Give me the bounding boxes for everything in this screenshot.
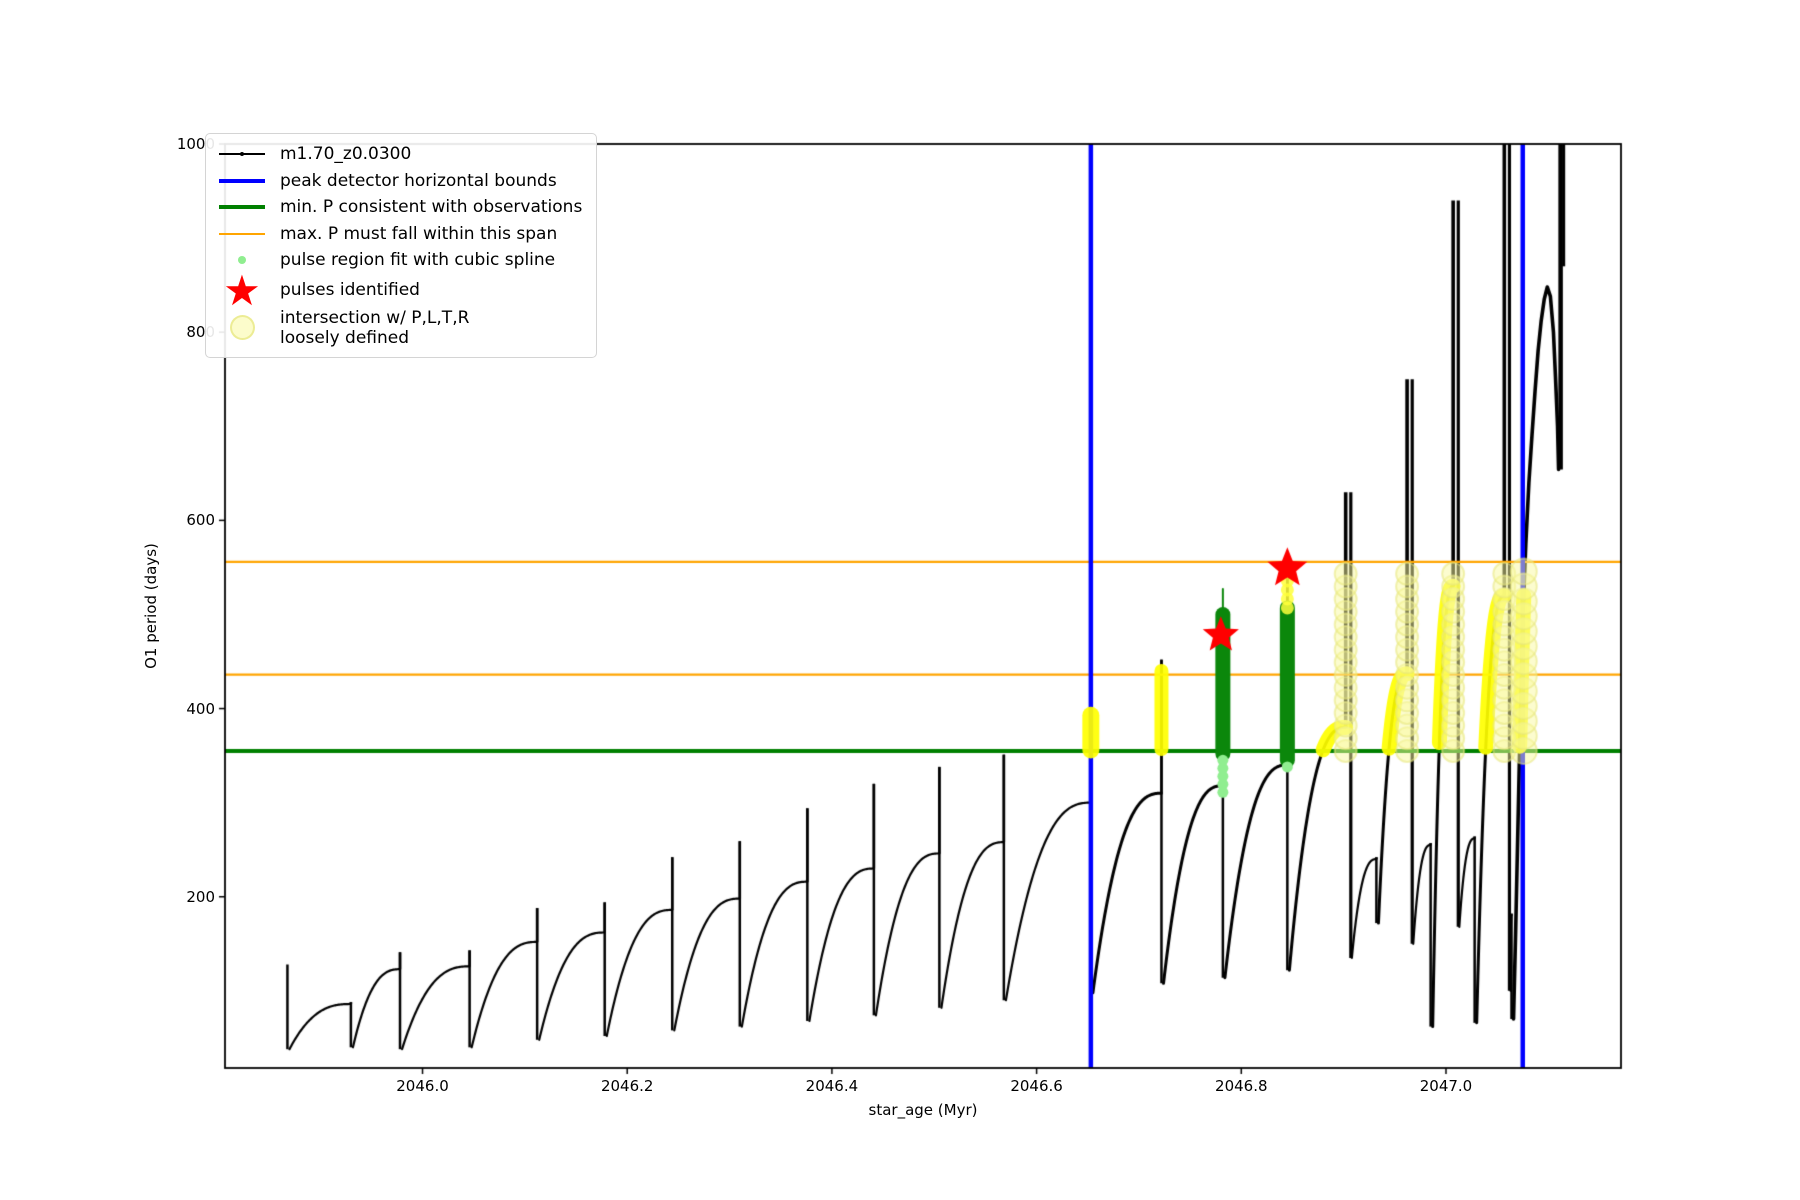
legend-item-pulses-identified: ★ pulses identified bbox=[216, 265, 584, 315]
legend-item-series: m1.70_z0.0300 bbox=[216, 141, 584, 168]
legend-item-pulse-region: pulse region fit with cubic spline bbox=[216, 247, 584, 274]
x-tick-label: 2046.6 bbox=[1010, 1077, 1063, 1095]
legend-item-label: pulses identified bbox=[280, 280, 420, 301]
figure: star_age (Myr) O1 period (days) 2046.0 20… bbox=[0, 0, 1800, 1200]
legend-item-min-p: min. P consistent with observations bbox=[216, 194, 584, 221]
orange-line-icon bbox=[216, 232, 268, 235]
red-star-icon: ★ bbox=[223, 265, 261, 315]
paleyellow-circle-icon bbox=[216, 315, 268, 341]
legend-item-label: min. P consistent with observations bbox=[280, 197, 583, 218]
legend-item-peak-bounds: peak detector horizontal bounds bbox=[216, 168, 584, 195]
legend-item-label: pulse region fit with cubic spline bbox=[280, 250, 556, 271]
legend: m1.70_z0.0300 peak detector horizontal b… bbox=[205, 133, 597, 358]
y-axis-label: O1 period (days) bbox=[142, 543, 160, 669]
y-tick-label: 400 bbox=[186, 699, 215, 718]
legend-item-label: intersection w/ P,L,T,R loosely defined bbox=[280, 307, 470, 348]
y-tick-label: 600 bbox=[186, 511, 215, 530]
x-tick-label: 2046.2 bbox=[600, 1077, 654, 1095]
x-axis-label: star_age (Myr) bbox=[868, 1101, 978, 1119]
x-tick-label: 2047.0 bbox=[1419, 1077, 1473, 1095]
x-tick-label: 2046.0 bbox=[396, 1077, 449, 1095]
legend-item-intersection: intersection w/ P,L,T,R loosely defined bbox=[216, 308, 584, 348]
green-line-icon bbox=[216, 205, 268, 210]
x-tick-label: 2046.8 bbox=[1215, 1077, 1268, 1095]
legend-item-max-p: max. P must fall within this span bbox=[216, 221, 584, 248]
blue-line-icon bbox=[216, 178, 268, 183]
y-tick-label: 200 bbox=[186, 887, 215, 906]
x-tick-label: 2046.4 bbox=[805, 1077, 859, 1095]
legend-item-label: peak detector horizontal bounds bbox=[280, 170, 557, 191]
legend-item-label: max. P must fall within this span bbox=[280, 223, 558, 244]
series-line-icon bbox=[216, 152, 268, 157]
legend-item-label: m1.70_z0.0300 bbox=[280, 144, 412, 165]
lightgreen-dot-icon bbox=[216, 256, 268, 265]
